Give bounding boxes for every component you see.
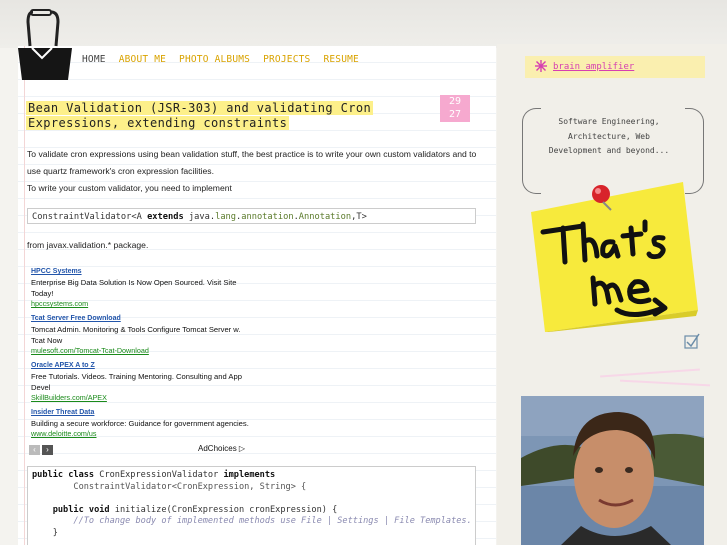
date-badge: 29 27 bbox=[440, 95, 470, 122]
ad-title-link[interactable]: Insider Threat Data bbox=[31, 407, 253, 418]
code-line: } bbox=[32, 527, 58, 538]
ad-block: HPCC Systems Enterprise Big Data Solutio… bbox=[31, 266, 253, 443]
paper-margin-line bbox=[24, 46, 25, 545]
blog-tagline: Software Engineering, Architecture, Web … bbox=[548, 117, 670, 155]
code-keyword: public void bbox=[32, 504, 110, 515]
adchoices-link[interactable]: AdChoices ▷ bbox=[198, 444, 245, 453]
nav-home[interactable]: HOME bbox=[82, 54, 106, 65]
ad-item: Oracle APEX A to Z Free Tutorials. Video… bbox=[31, 360, 253, 403]
code-text: java. bbox=[183, 212, 216, 222]
ad-title-link[interactable]: Oracle APEX A to Z bbox=[31, 360, 253, 371]
ad-url-link[interactable]: SkillBuilders.com/APEX bbox=[31, 393, 253, 403]
ad-description: Building a secure workforce: Guidance fo… bbox=[31, 419, 249, 428]
adchoices-triangle-icon: ▷ bbox=[238, 444, 246, 453]
nav-projects[interactable]: PROJECTS bbox=[263, 54, 310, 65]
code-block: public class CronExpressionValidator imp… bbox=[27, 466, 476, 545]
header-band bbox=[0, 0, 727, 48]
blog-title-link[interactable]: brain amplifier bbox=[553, 62, 634, 72]
code-package: Annotation bbox=[298, 212, 352, 222]
ad-description: Free Tutorials. Videos. Training Mentori… bbox=[31, 372, 242, 392]
ad-url-link[interactable]: hpccsystems.com bbox=[31, 299, 253, 309]
ad-pager: ‹ › bbox=[29, 445, 53, 455]
nav-photo-albums[interactable]: PHOTO ALBUMS bbox=[179, 54, 250, 65]
ad-title-link[interactable]: Tcat Server Free Download bbox=[31, 313, 253, 324]
ad-item: HPCC Systems Enterprise Big Data Solutio… bbox=[31, 266, 253, 309]
binder-clip-logo-icon[interactable] bbox=[14, 8, 76, 84]
code-line: public class CronExpressionValidator imp… bbox=[32, 470, 471, 482]
post-title-text[interactable]: Bean Validation (JSR-303) and validating… bbox=[26, 101, 374, 130]
ad-prev-button[interactable]: ‹ bbox=[29, 445, 40, 455]
adchoices-label[interactable]: AdChoices bbox=[198, 444, 237, 453]
checkbox-icon bbox=[684, 333, 700, 349]
ad-url-link[interactable]: mulesoft.com/Tomcat-Tcat-Download bbox=[31, 346, 253, 356]
nav-about-me[interactable]: ABOUT ME bbox=[119, 54, 166, 65]
code-line: ConstraintValidator<CronExpression, Stri… bbox=[32, 481, 307, 492]
code-text: ,T> bbox=[351, 212, 367, 222]
ad-url-link[interactable]: www.deloitte.com/us bbox=[31, 429, 253, 439]
code-text: CronExpressionValidator bbox=[94, 470, 224, 480]
ad-description: Enterprise Big Data Solution Is Now Open… bbox=[31, 278, 237, 298]
code-keyword: public class bbox=[32, 470, 95, 480]
date-badge-line2: 27 bbox=[448, 109, 462, 120]
ad-title-link[interactable]: HPCC Systems bbox=[31, 266, 253, 277]
post-paragraph-2: use quartz framework's cron expression f… bbox=[27, 166, 214, 176]
code-keyword: extends bbox=[147, 212, 184, 222]
main-nav: HOME ABOUT ME PHOTO ALBUMS PROJECTS RESU… bbox=[82, 54, 359, 65]
inline-code-snippet: ConstraintValidator<A extends java.lang.… bbox=[27, 208, 476, 224]
code-keyword: implements bbox=[223, 470, 276, 480]
code-package: annotation bbox=[241, 212, 294, 222]
post-paragraph-4: from javax.validation.* package. bbox=[27, 240, 149, 250]
nav-resume[interactable]: RESUME bbox=[323, 54, 359, 65]
post-paragraph-3: To write your custom validator, you need… bbox=[27, 183, 232, 193]
author-photo bbox=[521, 396, 704, 545]
code-line: public void initialize(CronExpression cr… bbox=[32, 505, 471, 517]
flower-icon bbox=[535, 60, 547, 72]
code-text: initialize(CronExpression cronExpression… bbox=[109, 504, 338, 515]
ad-next-button[interactable]: › bbox=[42, 445, 53, 455]
thats-me-postit-icon[interactable] bbox=[523, 182, 698, 332]
code-text: ConstraintValidator<A bbox=[32, 212, 148, 222]
ad-description: Tomcat Admin. Monitoring & Tools Configu… bbox=[31, 325, 241, 345]
ad-item: Insider Threat Data Building a secure wo… bbox=[31, 407, 253, 439]
ad-item: Tcat Server Free Download Tomcat Admin. … bbox=[31, 313, 253, 356]
post-title[interactable]: Bean Validation (JSR-303) and validating… bbox=[26, 101, 376, 131]
post-paragraph-1: To validate cron expressions using bean … bbox=[27, 149, 477, 159]
date-badge-line1: 29 bbox=[448, 96, 462, 107]
code-package: lang bbox=[215, 212, 237, 222]
code-comment-line: //To change body of implemented methods … bbox=[32, 516, 472, 526]
